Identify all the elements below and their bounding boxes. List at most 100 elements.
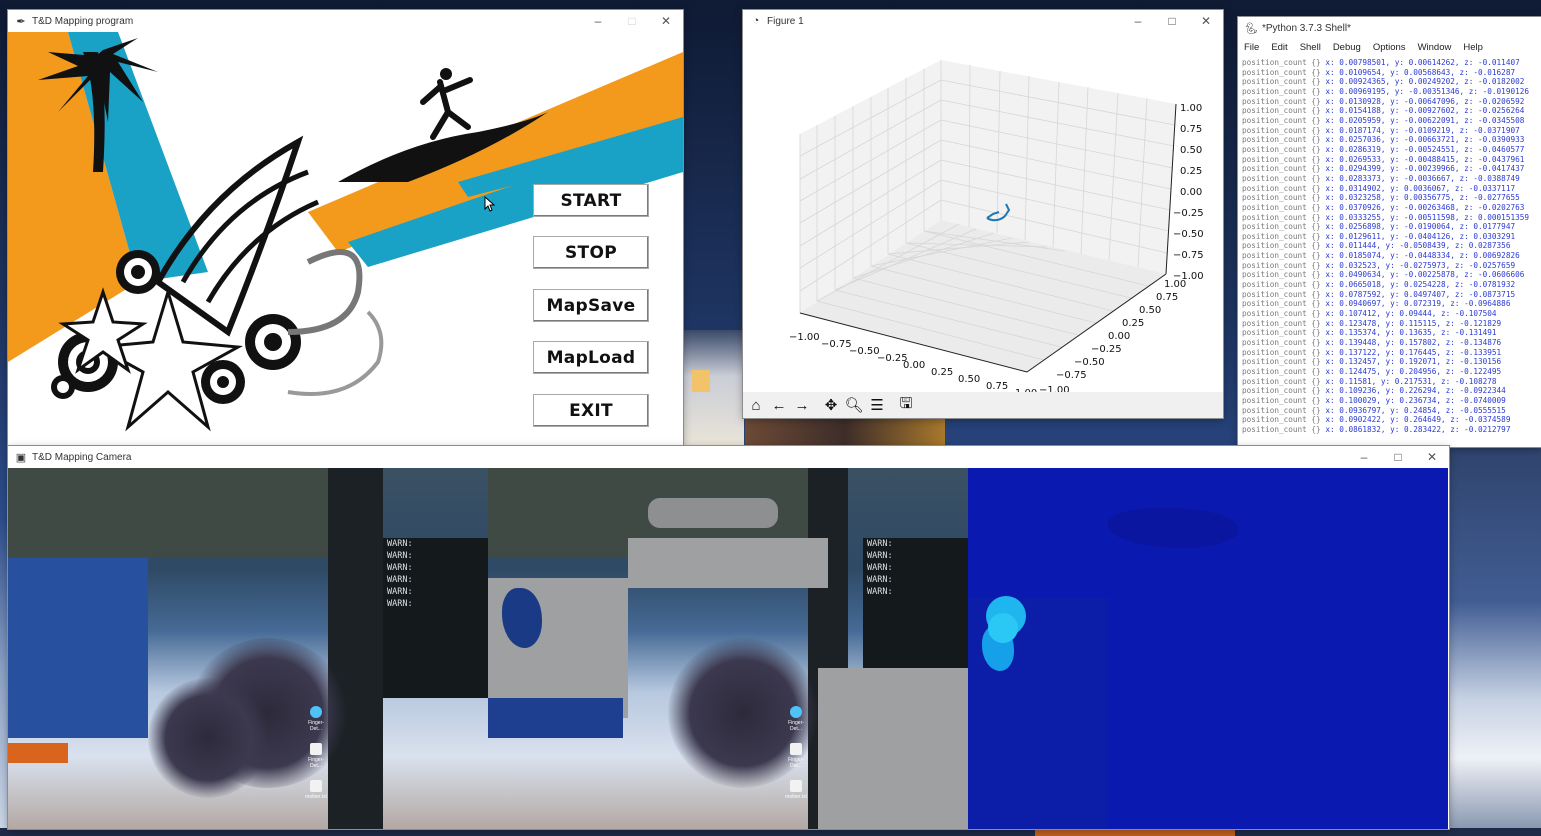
menu-edit[interactable]: Edit [1265, 42, 1293, 53]
console-line-prefix: position_count {} [1242, 289, 1326, 299]
console-line: position_count {} x: 0.0187174, y: -0.01… [1242, 126, 1541, 136]
console-line-prefix: position_count {} [1242, 96, 1326, 106]
program-banner-artwork: START STOP MapSave MapLoad EXIT [8, 32, 683, 446]
zoom-icon[interactable]: 🔍︎ [843, 394, 865, 416]
console-line-prefix: position_count {} [1242, 415, 1326, 425]
close-icon[interactable]: ✕ [1415, 446, 1449, 468]
minimize-icon[interactable]: – [581, 10, 615, 32]
home-icon[interactable]: ⌂ [745, 394, 767, 416]
desktop-icon-label: motion.txt [785, 794, 807, 800]
shell-titlebar[interactable]: 🐍︎ *Python 3.7.3 Shell* [1238, 17, 1541, 39]
console-line-value: x: 0.109236, y: 0.226294, z: -0.0922344 [1325, 386, 1506, 396]
bush [148, 678, 268, 798]
3d-plot-area[interactable]: 1.00 0.75 0.50 0.25 0.00 −0.25 −0.50 −0.… [743, 32, 1223, 399]
console-line: position_count {} x: 0.109236, y: 0.2262… [1242, 386, 1541, 396]
close-icon[interactable]: ✕ [1189, 10, 1223, 32]
console-line: position_count {} x: 0.139448, y: 0.1578… [1242, 338, 1541, 348]
console-line: position_count {} x: 0.135374, y: 0.1363… [1242, 328, 1541, 338]
console-line-prefix: position_count {} [1242, 135, 1326, 145]
console-line-value: x: 0.0205959, y: -0.00622091, z: -0.0345… [1325, 115, 1525, 125]
x-tick-label: −0.75 [821, 339, 852, 350]
exit-button[interactable]: EXIT [533, 394, 649, 427]
minimize-icon[interactable]: – [1121, 10, 1155, 32]
console-line-value: x: 0.011444, y: -0.0508439, z: 0.0287356 [1325, 241, 1511, 251]
y-tick-label: −0.75 [1056, 370, 1087, 381]
console-line: position_count {} x: 0.0936797, y: 0.248… [1242, 406, 1541, 416]
console-line: position_count {} x: 0.00969195, y: -0.0… [1242, 87, 1541, 97]
mapsave-button[interactable]: MapSave [533, 289, 649, 322]
mask-region-blue [488, 698, 623, 738]
menu-options[interactable]: Options [1367, 42, 1412, 53]
maximize-icon[interactable]: □ [1381, 446, 1415, 468]
terminal-line: WARN: [867, 575, 893, 585]
console-line-prefix: position_count {} [1242, 106, 1326, 116]
console-line: position_count {} x: 0.132457, y: 0.1920… [1242, 357, 1541, 367]
camera-title: T&D Mapping Camera [32, 451, 132, 463]
console-line-prefix: position_count {} [1242, 241, 1326, 251]
pan-icon[interactable]: ✥ [820, 394, 842, 416]
back-arrow-icon[interactable]: ← [768, 394, 790, 416]
z-tick-label: −0.25 [1173, 208, 1204, 219]
program-titlebar[interactable]: ✒ T&D Mapping program – □ ✕ [8, 10, 683, 32]
x-tick-label: −0.50 [849, 346, 880, 357]
y-tick-label: 0.25 [1122, 318, 1144, 329]
menu-file[interactable]: File [1238, 42, 1265, 53]
console-line: position_count {} x: 0.0185074, y: -0.04… [1242, 251, 1541, 261]
console-line: position_count {} x: 0.0205959, y: -0.00… [1242, 116, 1541, 126]
desktop-icon: Finger-Det... [784, 743, 808, 769]
x-tick-label: 0.25 [931, 367, 953, 378]
forward-arrow-icon[interactable]: → [791, 394, 813, 416]
console-line-prefix: position_count {} [1242, 154, 1326, 164]
console-line-value: x: 0.0294399, y: -0.00239966, z: -0.0417… [1325, 164, 1525, 174]
terminal-line: WARN: [867, 539, 893, 549]
menu-debug[interactable]: Debug [1327, 42, 1367, 53]
figure-titlebar[interactable]: ◔ Figure 1 – □ ✕ [743, 10, 1223, 32]
console-line-prefix: position_count {} [1242, 395, 1326, 405]
console-line: position_count {} x: 0.0940697, y: 0.072… [1242, 299, 1541, 309]
console-line: position_count {} x: 0.011444, y: -0.050… [1242, 241, 1541, 251]
program-title: T&D Mapping program [32, 15, 134, 27]
camera-frame-rgb: WARN: WARN: WARN: WARN: WARN: WARN: Fing… [8, 468, 488, 829]
minimize-icon[interactable]: – [1347, 446, 1381, 468]
configure-subplots-icon[interactable]: ☰ [866, 394, 888, 416]
console-line: position_count {} x: 0.0130928, y: -0.00… [1242, 97, 1541, 107]
console-line-value: x: 0.0490634, y: -0.00225878, z: -0.0606… [1325, 270, 1525, 280]
desktop-wallpaper-bottom [0, 828, 1541, 836]
mapload-button[interactable]: MapLoad [533, 341, 649, 374]
console-line-prefix: position_count {} [1242, 367, 1326, 376]
terminal-line: WARN: [867, 551, 893, 561]
console-line-prefix: position_count {} [1242, 347, 1326, 357]
stop-button[interactable]: STOP [533, 236, 649, 269]
menu-shell[interactable]: Shell [1294, 42, 1327, 53]
console-line-prefix: position_count {} [1242, 231, 1326, 241]
save-icon[interactable]: 🖫︎ [895, 394, 917, 416]
3d-axes[interactable]: 1.00 0.75 0.50 0.25 0.00 −0.25 −0.50 −0.… [743, 32, 1223, 399]
z-tick-label: 0.75 [1180, 124, 1202, 135]
console-line-value: x: 0.0940697, y: 0.072319, z: -0.0964886 [1325, 299, 1511, 309]
console-line-value: x: 0.100029, y: 0.236734, z: -0.0740009 [1325, 395, 1506, 405]
terminal-line: WARN: [387, 563, 413, 573]
terminal-line: WARN: [867, 563, 893, 573]
feather-icon: ✒ [16, 15, 26, 28]
console-line-value: x: 0.11581, y: 0.217531, z: -0.108278 [1325, 376, 1497, 386]
console-line: position_count {} x: 0.0294399, y: -0.00… [1242, 164, 1541, 174]
console-line-prefix: position_count {} [1242, 77, 1326, 87]
python-shell-window: 🐍︎ *Python 3.7.3 Shell* File Edit Shell … [1238, 17, 1541, 447]
console-line-value: x: 0.0861832, y: 0.283422, z: -0.0212797 [1325, 424, 1511, 434]
console-line-prefix: position_count {} [1242, 115, 1326, 125]
console-line: position_count {} x: 0.11581, y: 0.21753… [1242, 377, 1541, 387]
terminal-line: WARN: [387, 599, 413, 609]
menu-window[interactable]: Window [1412, 42, 1458, 53]
console-line-value: x: 0.107412, y: 0.09444, z: -0.107504 [1325, 309, 1497, 319]
camera-titlebar[interactable]: ▣ T&D Mapping Camera – □ ✕ [8, 446, 1449, 468]
console-line: position_count {} x: 0.0861832, y: 0.283… [1242, 425, 1541, 435]
monitor-bezel [328, 468, 383, 829]
shell-console-output[interactable]: position_count {} x: 0.00798501, y: 0.00… [1238, 56, 1541, 447]
close-icon[interactable]: ✕ [649, 10, 683, 32]
start-button[interactable]: START [533, 184, 649, 217]
console-line: position_count {} x: 0.0256898, y: -0.01… [1242, 222, 1541, 232]
console-line-value: x: 0.00924365, y: 0.00249202, z: -0.0182… [1325, 77, 1525, 87]
console-line-prefix: position_count {} [1242, 309, 1326, 319]
menu-help[interactable]: Help [1457, 42, 1489, 53]
maximize-icon[interactable]: □ [1155, 10, 1189, 32]
